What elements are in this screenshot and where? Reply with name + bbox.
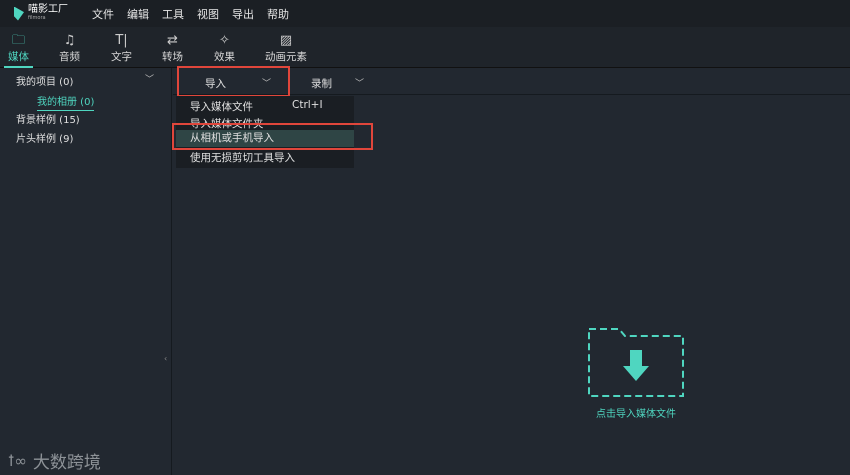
chevron-down-icon[interactable]: ﹀	[145, 72, 154, 85]
menu-item-label: 导入媒体文件	[190, 101, 253, 113]
import-drop-zone-icon[interactable]	[587, 326, 685, 398]
record-button[interactable]: 录制	[311, 76, 332, 91]
tab-label: 动画元素	[265, 51, 307, 63]
tab-text[interactable]: T| 文字	[111, 33, 132, 64]
tab-label: 文字	[111, 51, 132, 63]
effects-icon: ✧	[219, 33, 230, 48]
highlight-box-import	[177, 66, 290, 97]
tab-audio[interactable]: ♫ 音频	[59, 33, 80, 64]
tab-label: 媒体	[8, 51, 29, 63]
collapse-sidebar-icon[interactable]: ‹	[164, 354, 167, 363]
chevron-down-icon[interactable]: ﹀	[355, 76, 364, 89]
sidebar: 我的项目 (0) ﹀ 我的相册 (0) 背景样例 (15) 片头样例 (9)	[0, 68, 172, 475]
menu-export[interactable]: 导出	[232, 6, 254, 22]
tab-label: 音频	[59, 51, 80, 63]
image-icon: ▨	[279, 33, 293, 48]
sidebar-item-my-project[interactable]: 我的项目 (0)	[16, 73, 73, 88]
sidebar-item-my-album[interactable]: 我的相册 (0)	[37, 93, 95, 111]
highlight-box-camera	[172, 123, 373, 150]
watermark: ꝉ∞ 大数跨境	[8, 448, 101, 474]
download-arrow-icon	[623, 350, 649, 381]
music-note-icon: ♫	[63, 33, 76, 48]
sidebar-item-intros[interactable]: 片头样例 (9)	[16, 130, 73, 145]
tab-transition[interactable]: ⇄ 转场	[162, 33, 183, 64]
menu-tools[interactable]: 工具	[162, 6, 184, 22]
menu-file[interactable]: 文件	[92, 6, 114, 22]
watermark-logo-icon: ꝉ∞	[8, 451, 27, 470]
text-icon: T|	[115, 33, 128, 48]
shortcut-label: Ctrl+I	[292, 99, 323, 111]
menu-edit[interactable]: 编辑	[127, 6, 149, 22]
import-media-prompt[interactable]: 点击导入媒体文件	[580, 405, 692, 420]
logo-sub: filmora	[28, 14, 46, 21]
tab-elements[interactable]: ▨ 动画元素	[265, 33, 307, 64]
logo-text: 喵影工厂	[28, 3, 68, 15]
logo-icon	[14, 6, 24, 21]
watermark-text: 大数跨境	[32, 453, 101, 473]
transition-icon: ⇄	[167, 33, 178, 48]
menu-item-import-lossless-cut[interactable]: 使用无损剪切工具导入	[190, 150, 295, 165]
tab-media[interactable]: 🗀 媒体	[4, 33, 33, 68]
app-logo: 喵影工厂 filmora	[14, 3, 92, 23]
toolbar: 🗀 媒体 ♫ 音频 T| 文字 ⇄ 转场 ✧ 效果 ▨ 动画元素	[0, 27, 850, 68]
menu-view[interactable]: 视图	[197, 6, 219, 22]
sidebar-item-backgrounds[interactable]: 背景样例 (15)	[16, 111, 80, 126]
tab-effects[interactable]: ✧ 效果	[214, 33, 235, 64]
folder-icon: 🗀	[11, 33, 25, 48]
menu-item-import-media-files[interactable]: 导入媒体文件 Ctrl+I	[190, 99, 323, 114]
tab-label: 转场	[162, 51, 183, 63]
menu-bar: 喵影工厂 filmora 文件 编辑 工具 视图 导出 帮助	[0, 0, 850, 27]
tab-label: 效果	[214, 51, 235, 63]
menu-help[interactable]: 帮助	[267, 6, 289, 22]
